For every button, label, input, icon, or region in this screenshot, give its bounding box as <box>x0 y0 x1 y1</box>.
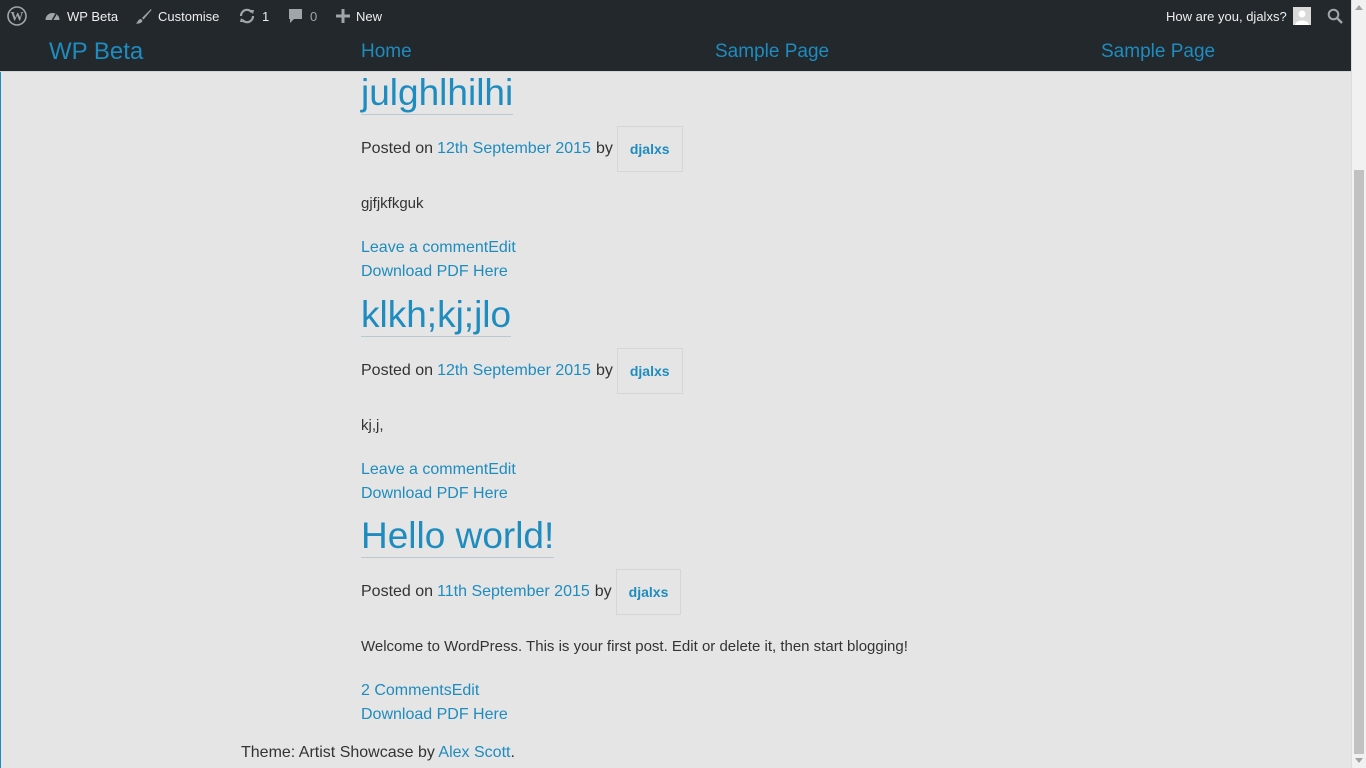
post-article: julghlhilhi Posted on 12th September 201… <box>361 72 1261 282</box>
download-pdf-link[interactable]: Download PDF Here <box>361 263 508 280</box>
comments-link[interactable]: Leave a comment <box>361 461 488 478</box>
post-footer-links: Leave a commentEdit Download PDF Here <box>361 236 516 284</box>
edit-link[interactable]: Edit <box>452 682 480 699</box>
scroll-up-arrow-icon[interactable] <box>1355 5 1363 10</box>
scrollbar-thumb[interactable] <box>1354 170 1364 754</box>
post-excerpt: Welcome to WordPress. This is your first… <box>361 638 908 655</box>
customise-button[interactable]: Customise <box>135 0 219 32</box>
site-name-label: WP Beta <box>67 8 119 24</box>
post-title-link[interactable]: Hello world! <box>361 515 555 558</box>
avatar <box>1292 7 1311 25</box>
dashboard-icon <box>44 8 61 25</box>
edit-link[interactable]: Edit <box>488 239 516 256</box>
footer-credit-text: Theme: Artist Showcase by <box>241 744 439 761</box>
nav-item-home[interactable]: Home <box>361 41 412 63</box>
updates-button[interactable]: 1 <box>238 0 269 32</box>
post-title-link[interactable]: julghlhilhi <box>361 72 514 115</box>
author-link[interactable]: djalxs <box>616 348 683 394</box>
nav-item-sample-page[interactable]: Sample Page <box>715 41 829 63</box>
new-label: New <box>356 8 383 24</box>
theme-author-link[interactable]: Alex Scott <box>438 744 510 761</box>
wordpress-icon: W <box>7 6 27 26</box>
wordpress-logo-button[interactable]: W <box>7 0 33 32</box>
comments-count: 0 <box>310 8 318 24</box>
download-pdf-link[interactable]: Download PDF Here <box>361 485 508 502</box>
comment-icon <box>287 8 304 24</box>
posted-on-label: Posted on <box>361 140 434 157</box>
search-icon <box>1327 8 1343 24</box>
post-footer-links: Leave a commentEdit Download PDF Here <box>361 458 516 506</box>
site-name-menu[interactable]: WP Beta <box>44 0 118 32</box>
site-footer: Theme: Artist Showcase by Alex Scott. <box>241 744 515 762</box>
site-title-link[interactable]: WP Beta <box>49 38 143 66</box>
post-meta: Posted on 12th September 2015 by djalxs <box>361 126 683 172</box>
comments-button[interactable]: 0 <box>287 0 317 32</box>
posted-on-label: Posted on <box>361 583 434 600</box>
post-date-link[interactable]: 12th September 2015 <box>437 140 591 158</box>
customise-label: Customise <box>158 8 220 24</box>
search-button[interactable] <box>1327 0 1349 32</box>
admin-bar: W WP Beta Customise 1 0 New How are you,… <box>0 0 1366 32</box>
post-date-link[interactable]: 11th September 2015 <box>437 583 590 601</box>
by-label: by <box>594 583 612 600</box>
site-header: WP Beta Home Sample Page Sample Page <box>0 32 1351 71</box>
my-account-menu[interactable]: How are you, djalxs? <box>1166 0 1311 32</box>
edit-link[interactable]: Edit <box>488 461 516 478</box>
post-meta: Posted on 11th September 2015 by djalxs <box>361 569 682 615</box>
author-link[interactable]: djalxs <box>616 126 683 172</box>
post-article: klkh;kj;jlo Posted on 12th September 201… <box>361 294 1261 504</box>
post-excerpt: kj,j, <box>361 417 384 434</box>
greeting-text: How are you, djalxs? <box>1166 8 1287 24</box>
post-excerpt: gjfjkfkguk <box>361 195 424 212</box>
posted-on-label: Posted on <box>361 362 434 379</box>
nav-item-sample-page-2[interactable]: Sample Page <box>1101 41 1215 63</box>
post-footer-links: 2 CommentsEdit Download PDF Here <box>361 679 508 727</box>
vertical-scrollbar[interactable] <box>1351 0 1366 768</box>
updates-count: 1 <box>262 8 270 24</box>
post-article: Hello world! Posted on 11th September 20… <box>361 515 1261 730</box>
paintbrush-icon <box>135 8 152 25</box>
footer-period: . <box>510 744 515 761</box>
page-left-border <box>0 72 1 768</box>
comments-link[interactable]: Leave a comment <box>361 239 488 256</box>
plus-icon <box>336 9 350 23</box>
by-label: by <box>595 140 613 157</box>
post-meta: Posted on 12th September 2015 by djalxs <box>361 348 683 394</box>
new-content-button[interactable]: New <box>336 0 382 32</box>
author-link[interactable]: djalxs <box>615 569 682 615</box>
post-date-link[interactable]: 12th September 2015 <box>437 362 591 380</box>
scroll-down-arrow-icon[interactable] <box>1355 758 1363 763</box>
updates-icon <box>238 7 256 25</box>
by-label: by <box>595 362 613 379</box>
comments-link[interactable]: 2 Comments <box>361 682 452 699</box>
download-pdf-link[interactable]: Download PDF Here <box>361 706 508 723</box>
post-title-link[interactable]: klkh;kj;jlo <box>361 294 512 337</box>
svg-text:W: W <box>11 9 24 24</box>
